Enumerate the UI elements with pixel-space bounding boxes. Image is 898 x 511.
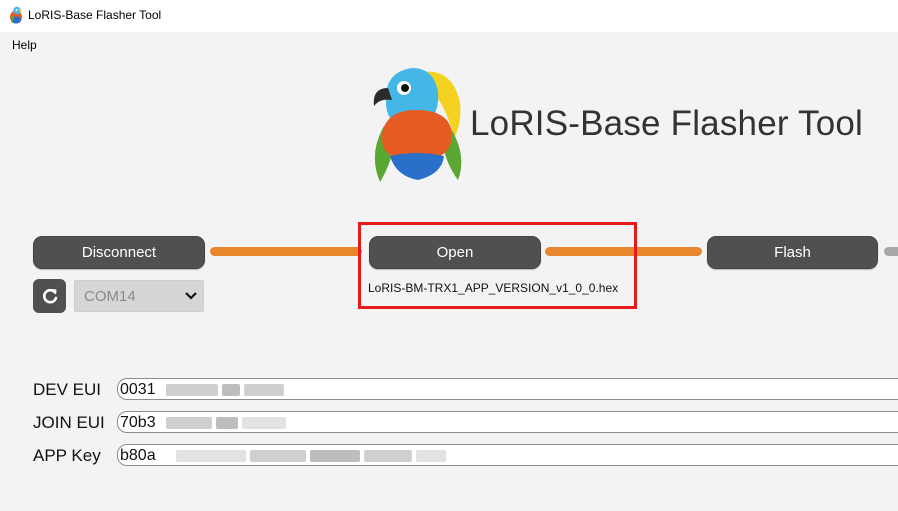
disconnect-button[interactable]: Disconnect <box>33 236 205 269</box>
dev-eui-label: DEV EUI <box>33 380 102 399</box>
redacted-text <box>244 384 284 396</box>
redacted-text <box>166 384 218 396</box>
step-connector-inactive <box>884 247 898 256</box>
redacted-text <box>416 450 446 462</box>
port-select[interactable]: COM14 <box>74 280 204 312</box>
app-key-field[interactable]: b80a <box>117 444 898 466</box>
window-title: LoRIS-Base Flasher Tool <box>28 8 162 22</box>
title-bar: LoRIS-Base Flasher Tool <box>0 0 898 32</box>
app-key-label: APP Key <box>33 446 101 465</box>
flash-button[interactable]: Flash <box>707 236 878 269</box>
redacted-text <box>166 417 212 429</box>
dev-eui-field[interactable]: 0031 <box>117 378 898 400</box>
dev-eui-value: 0031 <box>120 381 156 398</box>
redacted-text <box>176 450 246 462</box>
redacted-text <box>310 450 360 462</box>
port-select-value: COM14 <box>84 288 136 305</box>
redacted-text <box>242 417 286 429</box>
join-eui-value: 70b3 <box>120 414 156 431</box>
chevron-down-icon <box>181 286 201 306</box>
join-eui-label: JOIN EUI <box>33 413 105 432</box>
redacted-text <box>364 450 412 462</box>
redacted-text <box>222 384 240 396</box>
join-eui-field[interactable]: 70b3 <box>117 411 898 433</box>
refresh-icon <box>42 288 57 304</box>
parrot-logo-icon <box>373 68 462 182</box>
menu-bar: Help <box>0 32 898 60</box>
redacted-text <box>250 450 306 462</box>
redacted-text <box>216 417 238 429</box>
refresh-button[interactable] <box>33 279 66 313</box>
parrot-icon <box>10 6 22 24</box>
highlight-box <box>358 222 637 309</box>
menu-help[interactable]: Help <box>12 38 37 52</box>
app-key-value: b80a <box>120 447 156 464</box>
step-connector <box>210 247 362 256</box>
app-heading: LoRIS-Base Flasher Tool <box>470 104 864 143</box>
